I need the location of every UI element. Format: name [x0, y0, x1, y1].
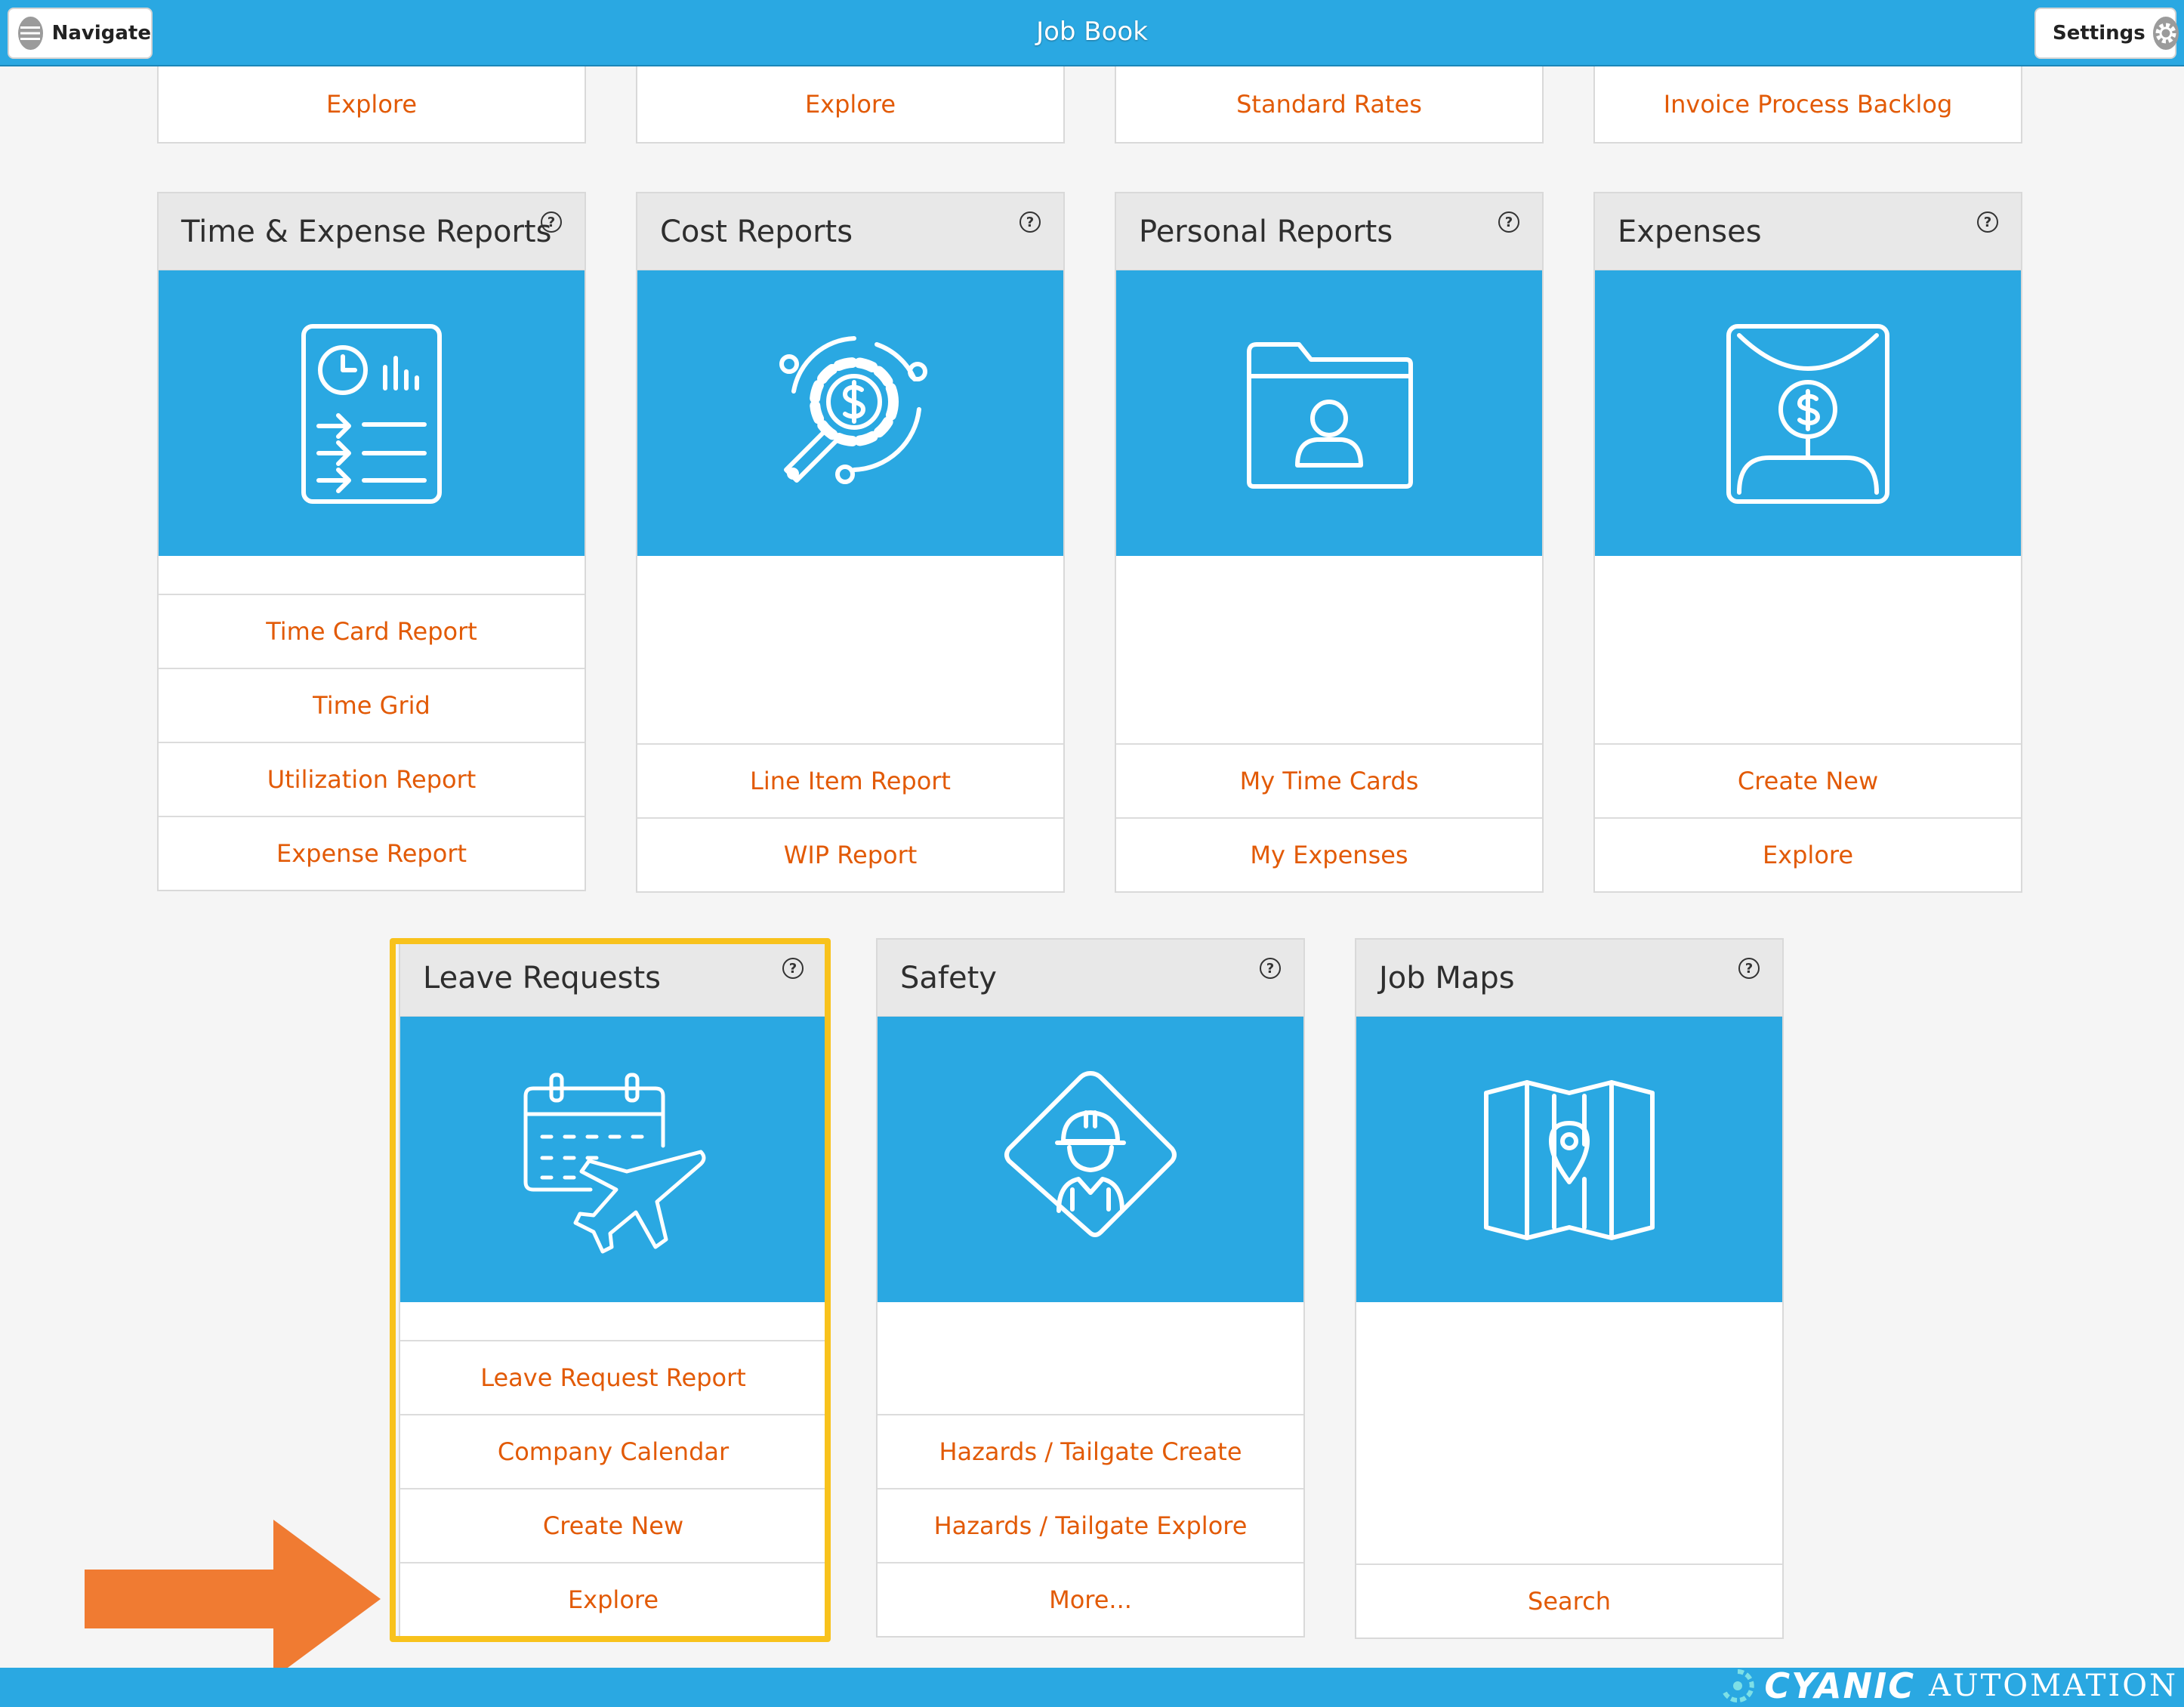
card-banner[interactable]	[1116, 270, 1542, 556]
dollar-envelope-icon	[1726, 324, 1889, 504]
map-pin-icon	[1484, 1080, 1655, 1240]
leave-requests-highlight	[390, 938, 831, 1642]
card-title: Personal Reports	[1139, 215, 1393, 249]
settings-label: Settings	[2053, 22, 2145, 45]
card-title: Safety	[900, 961, 997, 995]
link-time-card-report[interactable]: Time Card Report	[159, 594, 585, 668]
card-spacer	[878, 1302, 1303, 1414]
cost-gear-magnifier-icon	[779, 336, 927, 484]
card-banner[interactable]	[1595, 270, 2021, 556]
cyanic-logo-icon	[1723, 1669, 1755, 1702]
gear-icon	[2152, 17, 2179, 50]
link-hazards-tailgate-create[interactable]: Hazards / Tailgate Create	[878, 1414, 1303, 1488]
help-icon[interactable]: ?	[541, 211, 562, 233]
help-icon[interactable]: ?	[1498, 211, 1519, 233]
card-header: Job Maps ?	[1356, 940, 1782, 1017]
brand-name: CYANIC	[1764, 1665, 1915, 1706]
card-title: Job Maps	[1379, 961, 1515, 995]
card-title: Time & Expense Reports	[181, 215, 552, 249]
card-cost-reports: Cost Reports ? Line Item Report WIP Repo…	[636, 192, 1065, 893]
card-title: Expenses	[1618, 215, 1762, 249]
link-hazards-tailgate-explore[interactable]: Hazards / Tailgate Explore	[878, 1488, 1303, 1562]
top-bar: Navigate Job Book Settings	[0, 0, 2184, 66]
tile-link-standard-rates[interactable]: Standard Rates	[1115, 66, 1544, 144]
tile-link-invoice-process-backlog[interactable]: Invoice Process Backlog	[1593, 66, 2022, 144]
link-expense-report[interactable]: Expense Report	[159, 816, 585, 890]
card-header: Expenses ?	[1595, 193, 2021, 270]
link-search[interactable]: Search	[1356, 1563, 1782, 1638]
card-spacer	[1116, 556, 1542, 743]
link-time-grid[interactable]: Time Grid	[159, 668, 585, 742]
card-spacer	[637, 556, 1063, 743]
link-line-item-report[interactable]: Line Item Report	[637, 743, 1063, 817]
link-more[interactable]: More...	[878, 1562, 1303, 1636]
card-header: Personal Reports ?	[1116, 193, 1542, 270]
card-spacer	[159, 556, 585, 594]
link-my-time-cards[interactable]: My Time Cards	[1116, 743, 1542, 817]
card-job-maps: Job Maps ? Search	[1355, 938, 1784, 1639]
help-icon[interactable]: ?	[1738, 958, 1760, 979]
card-title: Cost Reports	[660, 215, 853, 249]
help-icon[interactable]: ?	[1977, 211, 1998, 233]
cyanic-logo: CYANIC AUTOMATION	[1720, 1665, 2178, 1706]
card-banner[interactable]	[878, 1017, 1303, 1302]
help-icon[interactable]: ?	[1020, 211, 1041, 233]
link-wip-report[interactable]: WIP Report	[637, 817, 1063, 891]
report-document-icon	[301, 324, 442, 504]
card-banner[interactable]	[159, 270, 585, 556]
card-time-expense-reports: Time & Expense Reports ? Time Card Repor…	[157, 192, 586, 891]
card-safety: Safety ? Hazards / Tailgate Create Hazar…	[876, 938, 1305, 1638]
link-explore-expenses[interactable]: Explore	[1595, 817, 2021, 891]
pointer-arrow-icon	[85, 1520, 381, 1678]
card-header: Cost Reports ?	[637, 193, 1063, 270]
link-my-expenses[interactable]: My Expenses	[1116, 817, 1542, 891]
link-utilization-report[interactable]: Utilization Report	[159, 742, 585, 816]
user-folder-icon	[1247, 342, 1413, 489]
worker-sign-icon	[1004, 1071, 1177, 1237]
page-title: Job Book	[1036, 17, 1148, 47]
card-header: Time & Expense Reports ?	[159, 193, 585, 270]
card-spacer	[1595, 556, 2021, 743]
tile-link-explore-1[interactable]: Explore	[157, 66, 586, 144]
footer-bar: CYANIC AUTOMATION	[0, 1665, 2184, 1707]
tile-link-explore-2[interactable]: Explore	[636, 66, 1065, 144]
card-spacer	[1356, 1302, 1782, 1563]
card-expenses: Expenses ? Create New Explore	[1593, 192, 2022, 893]
help-icon[interactable]: ?	[1260, 958, 1281, 979]
brand-suffix: AUTOMATION	[1929, 1668, 2178, 1703]
card-personal-reports: Personal Reports ? My Time Cards My Expe…	[1115, 192, 1544, 893]
card-banner[interactable]	[1356, 1017, 1782, 1302]
settings-button[interactable]: Settings	[2034, 8, 2179, 59]
card-header: Safety ?	[878, 940, 1303, 1017]
link-create-new-expense[interactable]: Create New	[1595, 743, 2021, 817]
card-banner[interactable]	[637, 270, 1063, 556]
